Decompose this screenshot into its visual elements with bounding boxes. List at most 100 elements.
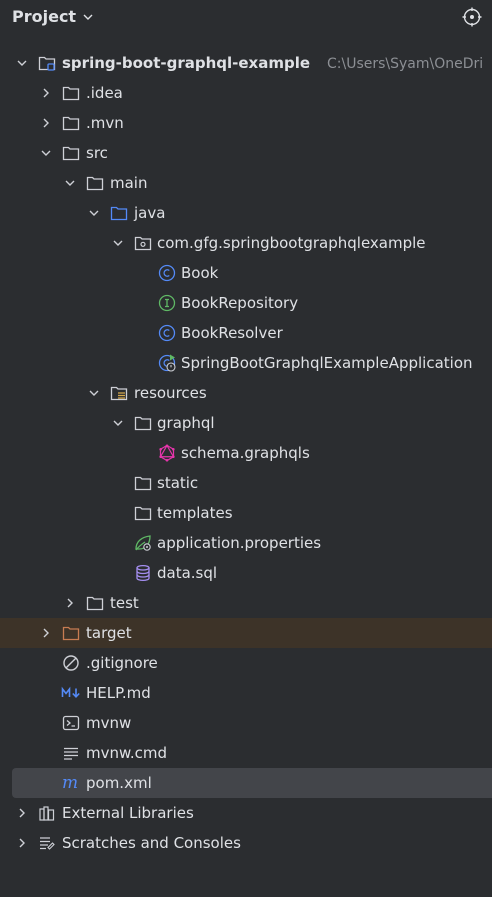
- tree-row-idea[interactable]: .idea: [0, 78, 492, 108]
- folder-icon: [62, 114, 80, 132]
- tree-item-label: static: [157, 474, 199, 492]
- chevron-down-icon[interactable]: [40, 147, 52, 159]
- tree-row-scratches[interactable]: Scratches and Consoles: [0, 828, 492, 858]
- folder-icon: [62, 84, 80, 102]
- tree-item-label: HELP.md: [86, 684, 151, 702]
- tree-row-gitignore[interactable]: .gitignore: [0, 648, 492, 678]
- class-icon: [158, 324, 176, 342]
- folder-icon: [134, 474, 152, 492]
- tree-row-test[interactable]: test: [0, 588, 492, 618]
- chevron-right-icon[interactable]: [16, 807, 28, 819]
- libraries-icon: [38, 804, 56, 822]
- module-folder-icon: [38, 54, 56, 72]
- tree-row-schema[interactable]: schema.graphqls: [0, 438, 492, 468]
- tree-row-book[interactable]: Book: [0, 258, 492, 288]
- tree-item-label: main: [110, 174, 148, 192]
- class-icon: [158, 264, 176, 282]
- tree-item-label: src: [86, 144, 108, 162]
- tree-item-label: resources: [134, 384, 207, 402]
- tree-item-label: target: [86, 624, 132, 642]
- tree-row-project-root[interactable]: spring-boot-graphql-example C:\Users\Sya…: [0, 48, 492, 78]
- excluded-folder-icon: [62, 624, 80, 642]
- tree-row-mvnw-cmd[interactable]: mvnw.cmd: [0, 738, 492, 768]
- tree-row-external-libraries[interactable]: External Libraries: [0, 798, 492, 828]
- tree-item-label: mvnw.cmd: [86, 744, 168, 762]
- tree-row-static[interactable]: static: [0, 468, 492, 498]
- tree-item-label: .idea: [86, 84, 123, 102]
- tree-item-label: SpringBootGraphqlExampleApplication: [181, 354, 473, 372]
- tree-row-templates[interactable]: templates: [0, 498, 492, 528]
- svg-text:m: m: [62, 774, 78, 792]
- chevron-right-icon[interactable]: [40, 627, 52, 639]
- tree-row-mvn[interactable]: .mvn: [0, 108, 492, 138]
- chevron-right-icon[interactable]: [40, 117, 52, 129]
- folder-icon: [62, 144, 80, 162]
- ignore-file-icon: [62, 654, 80, 672]
- tree-row-pom-xml[interactable]: m pom.xml: [12, 768, 492, 798]
- chevron-right-icon[interactable]: [64, 597, 76, 609]
- tree-row-application-class[interactable]: SpringBootGraphqlExampleApplication: [0, 348, 492, 378]
- tree-item-label: BookRepository: [181, 294, 299, 312]
- folder-icon: [86, 594, 104, 612]
- chevron-down-icon[interactable]: [112, 237, 124, 249]
- tree-row-src[interactable]: src: [0, 138, 492, 168]
- tree-item-label: graphql: [157, 414, 215, 432]
- chevron-down-icon[interactable]: [64, 177, 76, 189]
- tree-row-main[interactable]: main: [0, 168, 492, 198]
- spring-properties-icon: [134, 534, 152, 552]
- tree-row-graphql[interactable]: graphql: [0, 408, 492, 438]
- chevron-down-icon[interactable]: [88, 207, 100, 219]
- folder-icon: [134, 414, 152, 432]
- project-path: C:\Users\Syam\OneDri: [327, 56, 484, 72]
- tree-row-application-properties[interactable]: application.properties: [0, 528, 492, 558]
- tree-row-help-md[interactable]: HELP.md: [0, 678, 492, 708]
- chevron-down-icon: [82, 11, 94, 23]
- chevron-down-icon[interactable]: [88, 387, 100, 399]
- locate-file-icon[interactable]: [461, 6, 483, 28]
- tree-row-target[interactable]: target: [0, 618, 492, 648]
- tree-item-label: templates: [157, 504, 233, 522]
- chevron-down-icon[interactable]: [16, 57, 28, 69]
- project-panel-header: Project: [0, 0, 492, 34]
- maven-icon: m: [62, 774, 80, 792]
- shell-script-icon: [62, 714, 80, 732]
- tree-row-package[interactable]: com.gfg.springbootgraphqlexample: [0, 228, 492, 258]
- tree-row-bookresolver[interactable]: BookResolver: [0, 318, 492, 348]
- tree-item-label: spring-boot-graphql-example: [62, 54, 311, 72]
- tree-item-label: java: [134, 204, 166, 222]
- interface-icon: [158, 294, 176, 312]
- tree-item-label: mvnw: [86, 714, 132, 732]
- tree-item-label: application.properties: [157, 534, 322, 552]
- tree-item-label: schema.graphqls: [181, 444, 310, 462]
- tree-item-label: BookResolver: [181, 324, 283, 342]
- panel-title: Project: [12, 7, 77, 26]
- project-view-selector[interactable]: Project: [12, 7, 94, 26]
- tree-row-resources[interactable]: resources: [0, 378, 492, 408]
- database-icon: [134, 564, 152, 582]
- resources-folder-icon: [110, 384, 128, 402]
- tree-item-label: test: [110, 594, 139, 612]
- text-file-icon: [62, 744, 80, 762]
- package-icon: [134, 234, 152, 252]
- chevron-right-icon[interactable]: [40, 87, 52, 99]
- tree-item-label: .gitignore: [86, 654, 158, 672]
- chevron-down-icon[interactable]: [112, 417, 124, 429]
- tree-item-label: Book: [181, 264, 219, 282]
- scratches-icon: [38, 834, 56, 852]
- tree-item-label: External Libraries: [62, 804, 194, 822]
- chevron-right-icon[interactable]: [16, 837, 28, 849]
- markdown-icon: [61, 684, 83, 702]
- tree-row-bookrepository[interactable]: BookRepository: [0, 288, 492, 318]
- graphql-icon: [158, 444, 176, 462]
- folder-icon: [86, 174, 104, 192]
- folder-icon: [134, 504, 152, 522]
- tree-row-data-sql[interactable]: data.sql: [0, 558, 492, 588]
- tree-row-mvnw[interactable]: mvnw: [0, 708, 492, 738]
- tree-item-label: pom.xml: [86, 774, 152, 792]
- spring-boot-class-icon: [158, 354, 176, 372]
- tree-item-label: com.gfg.springbootgraphqlexample: [157, 234, 426, 252]
- source-folder-icon: [110, 204, 128, 222]
- tree-item-label: data.sql: [157, 564, 218, 582]
- tree-item-label: .mvn: [86, 114, 124, 132]
- tree-row-java[interactable]: java: [0, 198, 492, 228]
